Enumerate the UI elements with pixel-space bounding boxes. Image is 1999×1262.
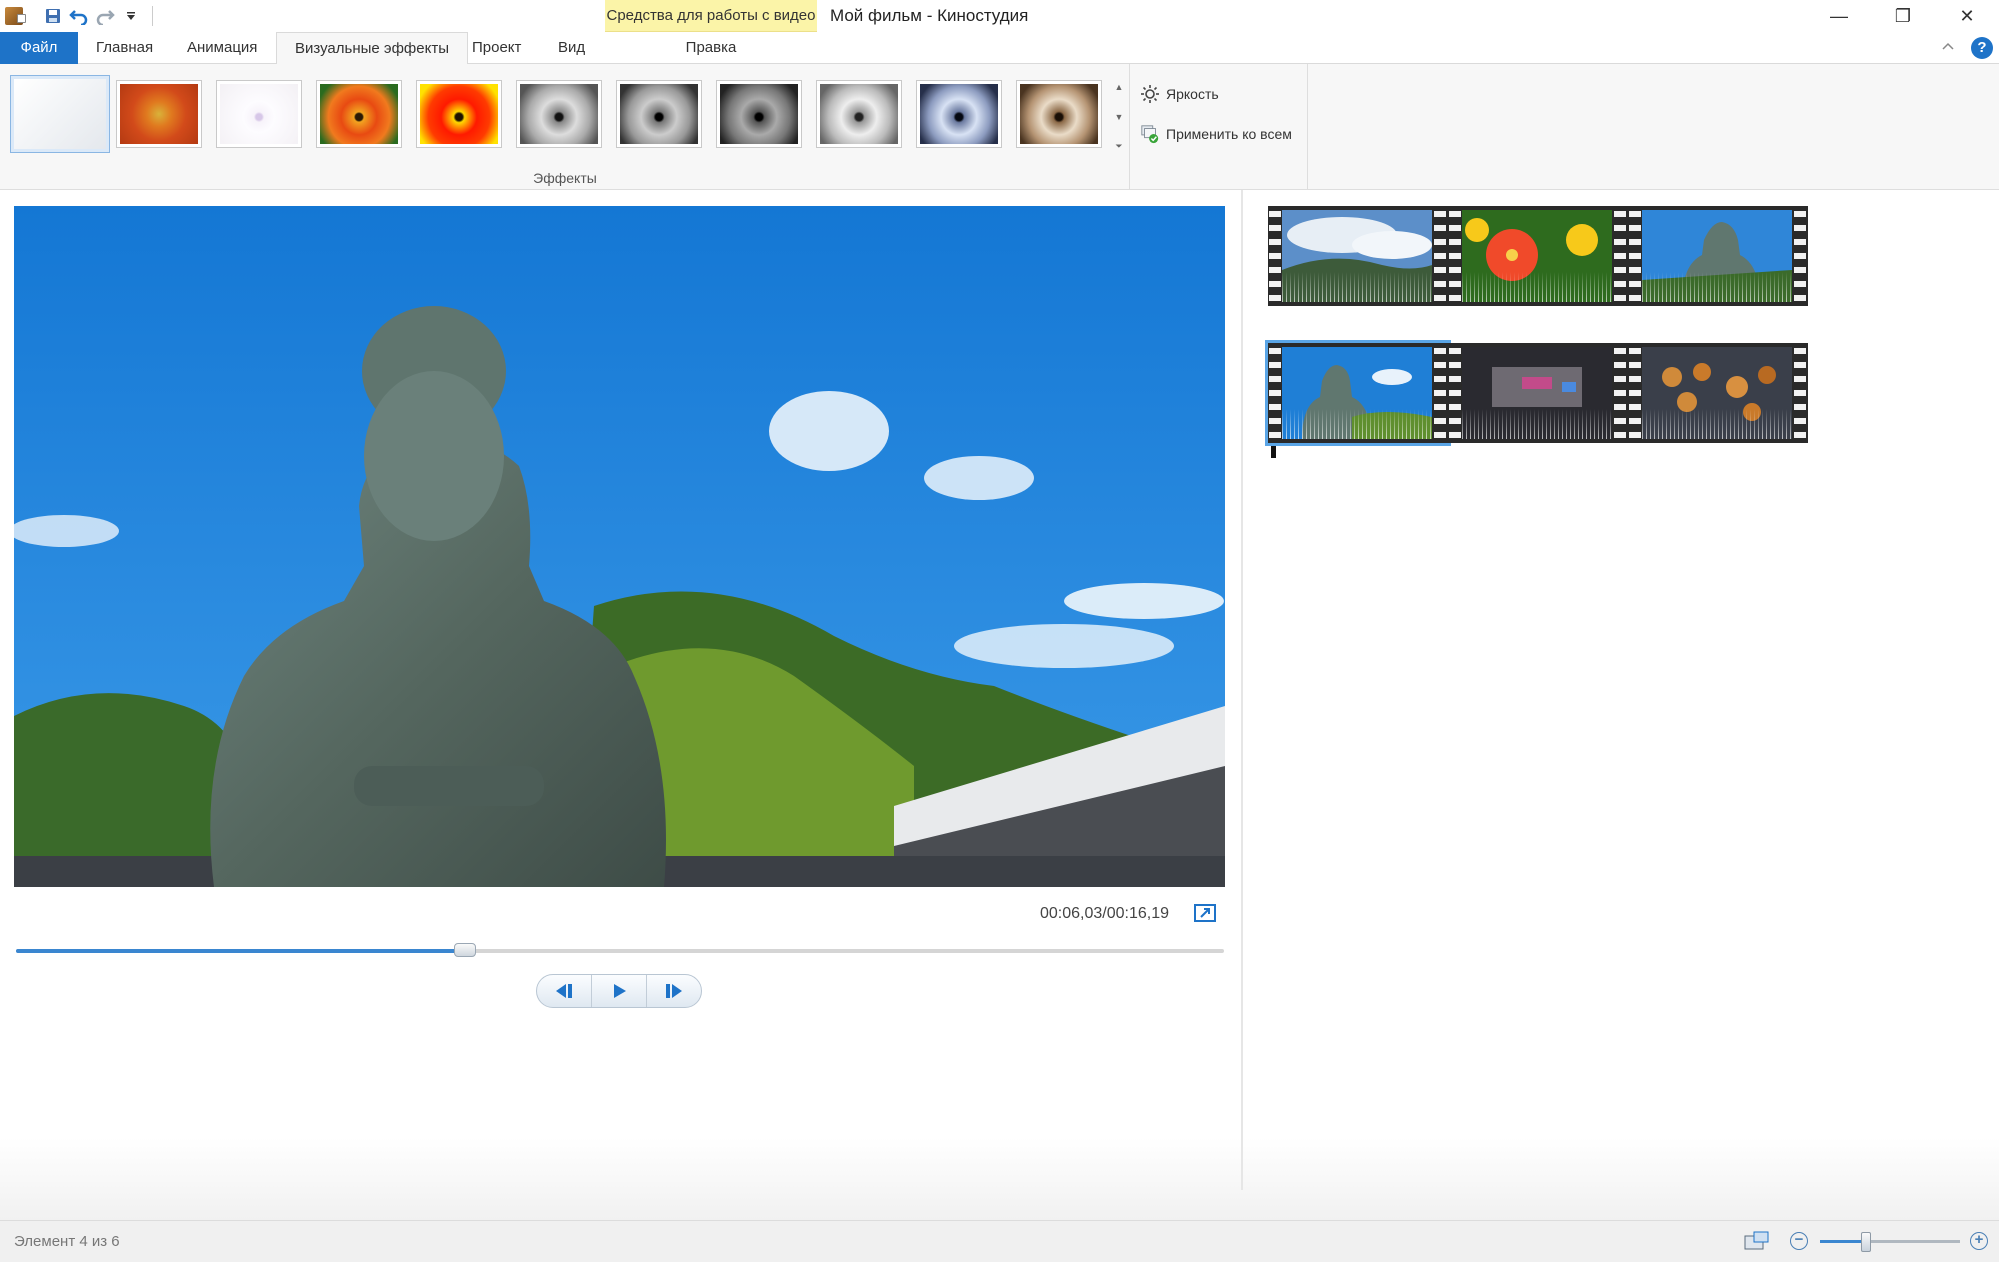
- effect-grayscale-contrast[interactable]: [616, 80, 702, 148]
- storyboard-row: [1268, 206, 1808, 306]
- effect-light-grayscale[interactable]: [816, 80, 902, 148]
- group-divider: [1307, 64, 1308, 190]
- gallery-down-icon[interactable]: ▼: [1115, 112, 1124, 122]
- tab-file[interactable]: Файл: [0, 32, 78, 64]
- zoom-slider-fill: [1820, 1240, 1867, 1243]
- context-tab-video-tools: Средства для работы с видео: [605, 0, 817, 32]
- effect-warm[interactable]: [316, 80, 402, 148]
- seek-progress: [16, 949, 466, 953]
- clip-lanterns[interactable]: [1628, 343, 1808, 443]
- effects-group: ▲ ▼ ⏷ Эффекты: [0, 64, 1130, 190]
- effect-dark-grayscale[interactable]: [716, 80, 802, 148]
- gallery-scroll: ▲ ▼ ⏷: [1112, 82, 1126, 152]
- brightness-button[interactable]: Яркость: [1140, 82, 1219, 106]
- clip-red-flowers[interactable]: [1448, 206, 1628, 306]
- effect-sepia[interactable]: [1016, 80, 1102, 148]
- status-item-count: Элемент 4 из 6: [14, 1233, 120, 1250]
- customize-qat-icon[interactable]: [118, 0, 144, 32]
- effect-none[interactable]: [10, 75, 110, 153]
- seek-bar[interactable]: [16, 943, 1224, 957]
- play-button[interactable]: [592, 975, 647, 1007]
- app-window: Средства для работы с видео Мой фильм - …: [0, 0, 1999, 1262]
- gallery-up-icon[interactable]: ▲: [1115, 82, 1124, 92]
- seek-thumb[interactable]: [454, 943, 477, 957]
- effect-blur[interactable]: [116, 80, 202, 148]
- status-bar: Элемент 4 из 6 − +: [0, 1220, 1999, 1262]
- brightness-label: Яркость: [1166, 86, 1219, 102]
- collapse-ribbon-icon[interactable]: [1941, 38, 1955, 56]
- tab-edit[interactable]: Правка: [605, 32, 817, 64]
- effect-edge-detect[interactable]: [216, 80, 302, 148]
- quick-access-toolbar: [0, 0, 153, 32]
- previous-frame-button[interactable]: [537, 975, 592, 1007]
- clip-night-street[interactable]: [1448, 343, 1628, 443]
- close-button[interactable]: ✕: [1935, 0, 1999, 32]
- tab-animation[interactable]: Анимация: [169, 32, 275, 64]
- clip-buddha-statue[interactable]: [1628, 206, 1808, 306]
- effect-saturated[interactable]: [416, 80, 502, 148]
- storyboard-row: [1265, 340, 1808, 446]
- zoom-out-button[interactable]: −: [1790, 1232, 1808, 1250]
- fullscreen-preview-icon[interactable]: [1194, 904, 1216, 922]
- brightness-icon: [1140, 84, 1160, 104]
- apply-all-label: Применить ко всем: [1166, 126, 1292, 142]
- title-bar: Средства для работы с видео Мой фильм - …: [0, 0, 1999, 32]
- minimize-button[interactable]: —: [1807, 0, 1871, 32]
- work-area: 00:06,03/00:16,19: [0, 190, 1999, 1220]
- clip-landscape[interactable]: [1268, 206, 1448, 306]
- window-controls: — ❐ ✕: [1807, 0, 1999, 32]
- pane-splitter[interactable]: [1241, 190, 1243, 1190]
- apply-to-all-button[interactable]: Применить ко всем: [1140, 122, 1292, 146]
- effects-group-label: Эффекты: [533, 170, 597, 186]
- zoom-slider-thumb[interactable]: [1861, 1232, 1872, 1252]
- zoom-control: − +: [1790, 1229, 1990, 1253]
- apply-all-icon: [1140, 124, 1160, 144]
- next-frame-button[interactable]: [647, 975, 701, 1007]
- tab-home[interactable]: Главная: [78, 32, 171, 64]
- restore-button[interactable]: ❐: [1871, 0, 1935, 32]
- app-menu-icon[interactable]: [0, 0, 26, 32]
- ribbon-tabs: Файл Главная Анимация Визуальные эффекты…: [0, 32, 1999, 65]
- effect-cyan-tone[interactable]: [916, 80, 1002, 148]
- help-icon[interactable]: ?: [1971, 37, 1993, 59]
- zoom-in-button[interactable]: +: [1970, 1232, 1988, 1250]
- undo-icon[interactable]: [66, 0, 92, 32]
- video-preview[interactable]: [14, 206, 1225, 887]
- window-title: Мой фильм - Киностудия: [830, 6, 1029, 25]
- preview-monitor-icon[interactable]: [1744, 1231, 1770, 1251]
- effect-grayscale[interactable]: [516, 80, 602, 148]
- save-icon[interactable]: [40, 0, 66, 32]
- ribbon-panel: ▲ ▼ ⏷ Эффекты Яркость Применить ко всем: [0, 64, 1999, 190]
- qat-separator: [152, 6, 153, 26]
- playback-controls: [536, 974, 702, 1008]
- tab-view[interactable]: Вид: [540, 32, 603, 64]
- tab-project[interactable]: Проект: [454, 32, 539, 64]
- clip-buddha-selected[interactable]: [1265, 340, 1451, 446]
- tab-visual-effects[interactable]: Визуальные эффекты: [276, 32, 468, 65]
- timecode: 00:06,03/00:16,19: [1040, 905, 1170, 922]
- effects-gallery: [10, 75, 1116, 153]
- redo-icon[interactable]: [92, 0, 118, 32]
- gallery-more-icon[interactable]: ⏷: [1115, 141, 1122, 152]
